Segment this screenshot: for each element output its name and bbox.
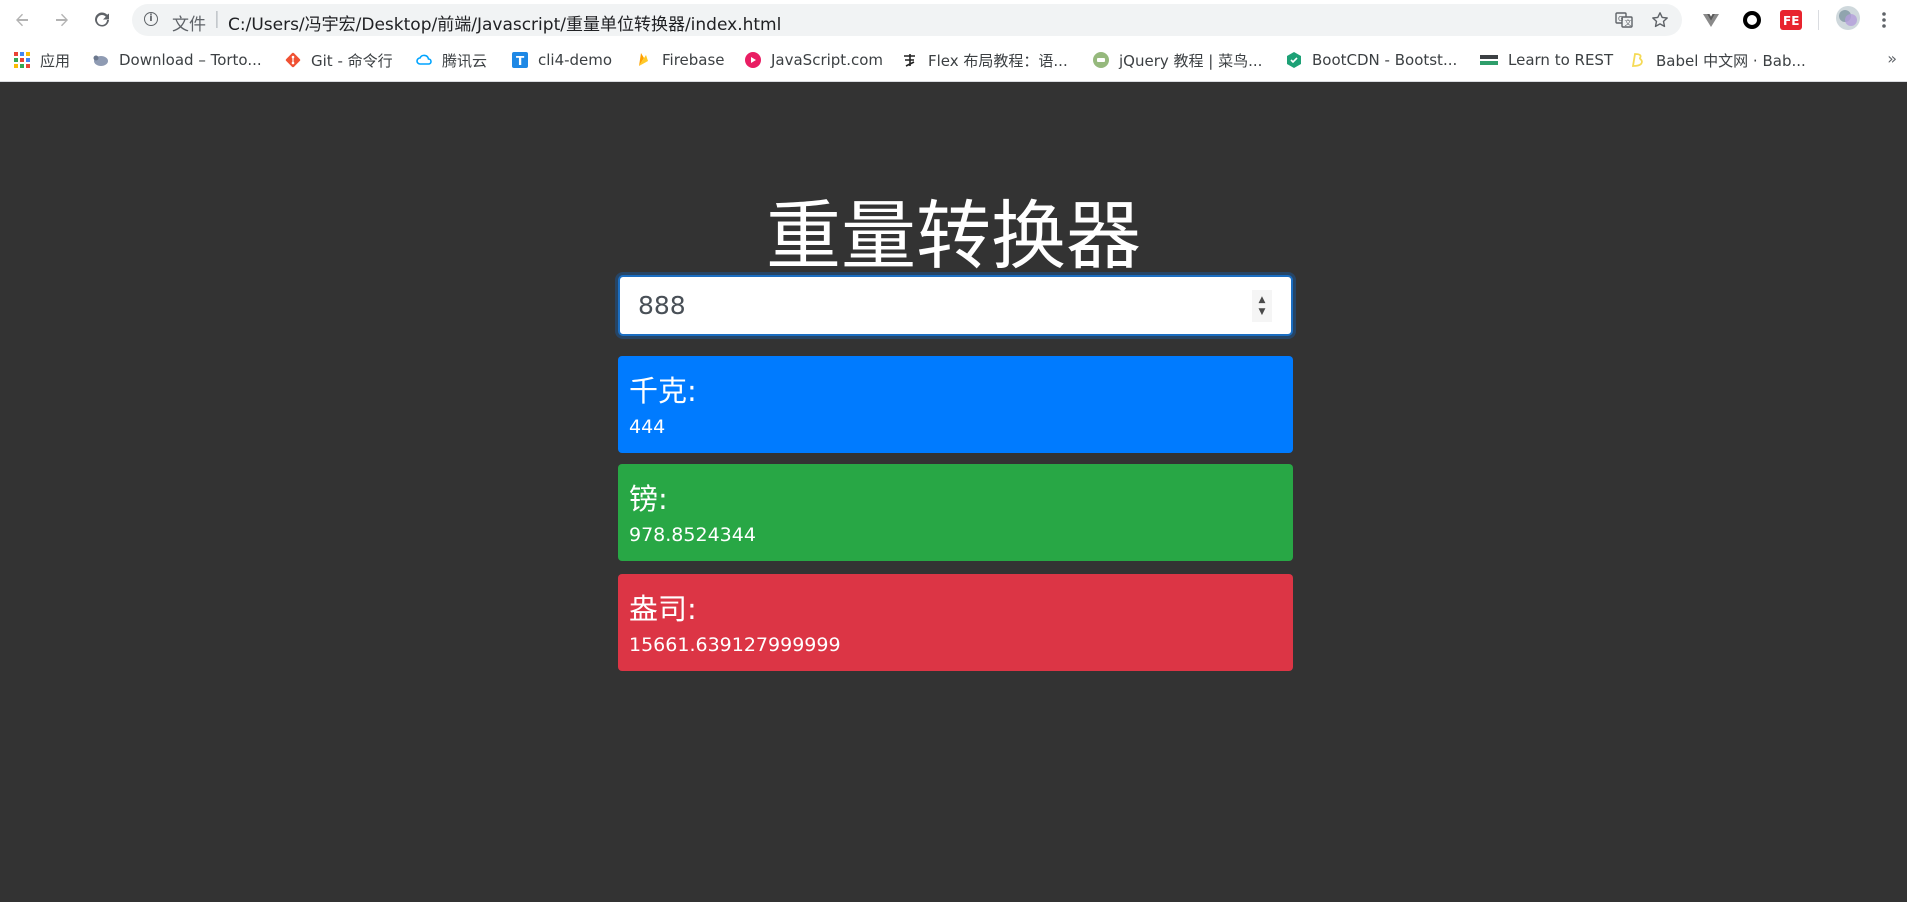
reload-button[interactable]: [88, 6, 116, 34]
bookmark-label: 应用: [40, 51, 71, 70]
security-label: 文件: [172, 15, 206, 35]
browser-toolbar: i 文件 | C:/Users/冯宇宏/Desktop/前端/Javascrip…: [0, 0, 1907, 40]
reload-icon: [95, 12, 109, 27]
svg-text:G: G: [1618, 15, 1623, 23]
arrow-left-icon: [16, 13, 28, 27]
bookmark-label: cli4-demo: [538, 51, 613, 69]
cloud-icon: [416, 54, 432, 65]
page-title: 重量转换器: [765, 192, 1141, 280]
bookmark-label: jQuery 教程 | 菜鸟...: [1119, 51, 1263, 70]
svg-text:T: T: [516, 54, 525, 68]
bookmark-flex[interactable]: Flex 布局教程：语...: [902, 49, 1068, 71]
bookmark-firebase[interactable]: Firebase: [636, 49, 725, 71]
bookmark-label: BootCDN - Bootst...: [1312, 51, 1458, 69]
fe-extension-icon[interactable]: FE: [1779, 8, 1803, 32]
rest-icon: [1480, 55, 1498, 65]
card-value: 978.8524344: [629, 524, 756, 546]
bookmark-rest[interactable]: Learn to REST: [1478, 49, 1613, 71]
bookmark-label: 腾讯云: [442, 51, 488, 70]
star-icon[interactable]: [1648, 8, 1672, 32]
tortoise-icon: [93, 55, 108, 66]
card-value: 444: [629, 416, 666, 438]
svg-text:文: 文: [1625, 18, 1632, 27]
number-spinner[interactable]: ▲ ▼: [1252, 290, 1272, 322]
svg-text:FE: FE: [1783, 14, 1799, 28]
weight-input[interactable]: [618, 275, 1293, 336]
page-content: 重量转换器 ▲ ▼ 千克: 444 镑: 978.8524344 盎司: 156…: [0, 83, 1907, 902]
card-title: 千克:: [629, 374, 697, 408]
url-separator: |: [214, 9, 220, 29]
t-icon: T: [512, 52, 528, 68]
bookmark-tortoise[interactable]: Download – Torto...: [93, 49, 262, 71]
translate-icon[interactable]: G 文: [1612, 8, 1636, 32]
bookmark-bootcdn[interactable]: BootCDN - Bootst...: [1286, 49, 1457, 71]
ounces-card: 盎司: 15661.639127999999: [618, 574, 1293, 671]
babel-icon: [1631, 53, 1643, 67]
bookmark-label: JavaScript.com: [771, 51, 883, 69]
menu-icon[interactable]: [1872, 8, 1896, 32]
info-icon[interactable]: i: [144, 12, 158, 26]
toolbar-divider: [1818, 10, 1819, 30]
vue-devtools-icon[interactable]: [1699, 8, 1723, 32]
bookmark-label: Learn to REST: [1508, 51, 1614, 69]
firebase-icon: [639, 53, 648, 66]
card-title: 镑:: [629, 482, 668, 516]
bookmark-git[interactable]: Git - 命令行: [285, 49, 393, 71]
card-title: 盎司:: [629, 592, 697, 626]
back-button[interactable]: [8, 6, 36, 34]
bookmark-label: Download – Torto...: [119, 51, 262, 69]
git-icon: [285, 52, 301, 68]
calligraphy-icon: [904, 54, 915, 67]
bookmark-label: Firebase: [662, 51, 725, 69]
bookmark-javascript[interactable]: JavaScript.com: [745, 49, 883, 71]
bootcdn-icon: [1287, 52, 1301, 68]
bookmarks-bar: 应用 Download – Torto... Git - 命令行 腾讯云 T c…: [0, 40, 1907, 82]
arrow-right-icon: [56, 13, 68, 27]
spin-down-icon[interactable]: ▼: [1259, 306, 1266, 318]
forward-button[interactable]: [48, 6, 76, 34]
pounds-card: 镑: 978.8524344: [618, 464, 1293, 561]
avatar[interactable]: [1834, 4, 1862, 32]
bookmark-jquery[interactable]: jQuery 教程 | 菜鸟...: [1093, 49, 1262, 71]
runoob-icon: [1093, 52, 1109, 68]
bookmark-tencent-cloud[interactable]: 腾讯云: [416, 49, 487, 71]
url-text[interactable]: C:/Users/冯宇宏/Desktop/前端/Javascript/重量单位转…: [228, 10, 781, 35]
bookmark-babel[interactable]: Babel 中文网 · Bab...: [1630, 49, 1806, 71]
javascript-icon: [745, 52, 761, 68]
bookmark-label: Flex 布局教程：语...: [928, 51, 1068, 70]
circle-extension-icon[interactable]: [1740, 8, 1764, 32]
bookmark-label: Git - 命令行: [311, 51, 393, 70]
bookmark-cli4-demo[interactable]: T cli4-demo: [512, 49, 612, 71]
more-bookmarks-button[interactable]: »: [1887, 49, 1897, 68]
spin-up-icon[interactable]: ▲: [1259, 294, 1266, 306]
kilograms-card: 千克: 444: [618, 356, 1293, 453]
bookmark-label: Babel 中文网 · Bab...: [1656, 51, 1806, 70]
card-value: 15661.639127999999: [629, 634, 841, 656]
address-bar[interactable]: i 文件 | C:/Users/冯宇宏/Desktop/前端/Javascrip…: [132, 4, 1682, 36]
bookmark-apps[interactable]: 应用: [14, 49, 70, 71]
apps-grid-icon: [14, 52, 30, 68]
